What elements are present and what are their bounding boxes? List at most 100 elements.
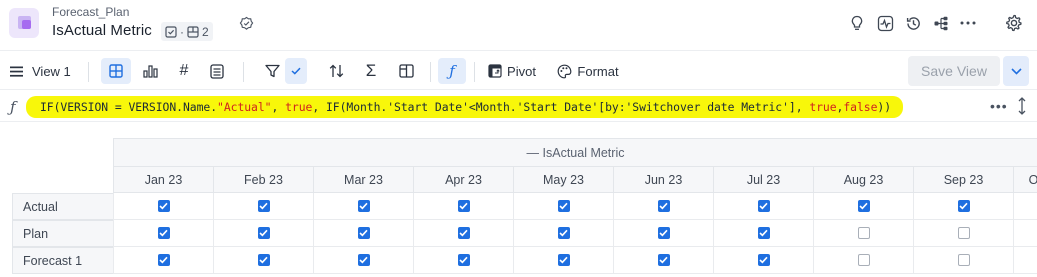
grid-cell[interactable]: [713, 193, 813, 220]
table-view-button[interactable]: [203, 51, 231, 91]
grid-cell[interactable]: [913, 193, 1013, 220]
column-header[interactable]: Sep 23: [913, 166, 1013, 193]
checked-checkbox[interactable]: [657, 200, 670, 212]
checked-checkbox[interactable]: [457, 227, 470, 239]
checked-checkbox[interactable]: [357, 200, 370, 212]
grid-cell[interactable]: [813, 193, 913, 220]
checked-checkbox[interactable]: [257, 254, 270, 266]
column-header[interactable]: Mar 23: [313, 166, 413, 193]
hierarchy-icon[interactable]: [931, 13, 951, 33]
grid-cell[interactable]: [213, 220, 313, 247]
more-icon[interactable]: [958, 13, 978, 33]
formula-toggle-button[interactable]: ƒ: [438, 58, 466, 84]
activity-icon[interactable]: [875, 13, 895, 33]
checked-checkbox[interactable]: [357, 254, 370, 266]
grid-cell[interactable]: [713, 247, 813, 274]
checked-checkbox[interactable]: [557, 227, 570, 239]
grid-cell[interactable]: [413, 247, 513, 274]
formula-more-icon[interactable]: •••: [990, 98, 1008, 114]
checked-checkbox[interactable]: [957, 200, 970, 212]
favorite-badge-icon[interactable]: [236, 13, 256, 33]
kpi-view-button[interactable]: #: [170, 51, 198, 91]
checked-checkbox[interactable]: [857, 200, 870, 212]
checked-checkbox[interactable]: [657, 227, 670, 239]
grid-cell[interactable]: [513, 220, 613, 247]
grid-cell[interactable]: [513, 193, 613, 220]
grid-cell[interactable]: [913, 220, 1013, 247]
column-header[interactable]: Jul 23: [713, 166, 813, 193]
formula-token: IF(VERSION = VERSION.Name.: [40, 100, 218, 114]
grid-cell[interactable]: [213, 247, 313, 274]
grid-cell[interactable]: [313, 247, 413, 274]
sort-button[interactable]: [324, 51, 348, 91]
grid-cell[interactable]: [113, 193, 213, 220]
checked-checkbox[interactable]: [457, 254, 470, 266]
grid-cell[interactable]: [513, 247, 613, 274]
grid-cell[interactable]: [913, 247, 1013, 274]
grid-cell[interactable]: [1013, 193, 1037, 220]
column-header[interactable]: Aug 23: [813, 166, 913, 193]
checked-checkbox[interactable]: [657, 254, 670, 266]
checked-checkbox[interactable]: [457, 200, 470, 212]
checked-checkbox[interactable]: [157, 227, 170, 239]
row-header[interactable]: Plan: [12, 220, 113, 247]
filter-button[interactable]: [259, 51, 285, 91]
checked-checkbox[interactable]: [157, 254, 170, 266]
filter-dropdown-button[interactable]: [285, 58, 307, 84]
column-header[interactable]: Jan 23: [113, 166, 213, 193]
formula-input[interactable]: IF(VERSION = VERSION.Name."Actual", true…: [26, 96, 904, 118]
grid-cell[interactable]: [113, 220, 213, 247]
grid-cell[interactable]: [713, 220, 813, 247]
format-button[interactable]: Format: [556, 51, 620, 91]
summary-button[interactable]: Σ: [359, 51, 383, 91]
unchecked-checkbox[interactable]: [957, 227, 970, 239]
checked-checkbox[interactable]: [557, 254, 570, 266]
grid-cell[interactable]: [413, 220, 513, 247]
grid-cell[interactable]: [1013, 220, 1037, 247]
checked-checkbox[interactable]: [157, 200, 170, 212]
row-header[interactable]: Actual: [12, 193, 113, 220]
module-badges[interactable]: · 2: [161, 22, 213, 41]
grid-cell[interactable]: [313, 193, 413, 220]
column-group-header[interactable]: — IsActual Metric: [113, 138, 1037, 166]
save-view-dropdown[interactable]: [1003, 56, 1029, 86]
grid-cell[interactable]: [613, 193, 713, 220]
grid-cell[interactable]: [813, 247, 913, 274]
grid-cell[interactable]: [1013, 247, 1037, 274]
column-header[interactable]: Apr 23: [413, 166, 513, 193]
unchecked-checkbox[interactable]: [857, 254, 870, 266]
view-selector[interactable]: View 1: [10, 51, 76, 91]
history-icon[interactable]: [903, 13, 923, 33]
chart-view-button[interactable]: [136, 51, 164, 91]
checked-checkbox[interactable]: [557, 200, 570, 212]
unchecked-checkbox[interactable]: [857, 227, 870, 239]
settings-icon[interactable]: [1004, 13, 1024, 33]
grid-cell[interactable]: [413, 193, 513, 220]
column-header[interactable]: O: [1013, 166, 1037, 193]
save-view-button[interactable]: Save View: [908, 56, 1000, 86]
grid-view-button[interactable]: [101, 58, 131, 84]
column-header[interactable]: Jun 23: [613, 166, 713, 193]
grid-cell[interactable]: [113, 247, 213, 274]
layout-button[interactable]: [394, 51, 418, 91]
grid-cell[interactable]: [213, 193, 313, 220]
grid-cell[interactable]: [813, 220, 913, 247]
column-header[interactable]: May 23: [513, 166, 613, 193]
expand-vertical-icon[interactable]: [1018, 97, 1026, 118]
column-header[interactable]: Feb 23: [213, 166, 313, 193]
grid-cell[interactable]: [313, 220, 413, 247]
unchecked-checkbox[interactable]: [957, 254, 970, 266]
grid-cell[interactable]: [613, 247, 713, 274]
checked-checkbox[interactable]: [757, 254, 770, 266]
checked-checkbox[interactable]: [257, 200, 270, 212]
module-title[interactable]: IsActual Metric: [52, 22, 152, 39]
pivot-button[interactable]: Pivot: [486, 51, 538, 91]
checked-checkbox[interactable]: [257, 227, 270, 239]
row-header[interactable]: Forecast 1: [12, 247, 113, 274]
checked-checkbox[interactable]: [757, 227, 770, 239]
checked-checkbox[interactable]: [757, 200, 770, 212]
lightbulb-icon[interactable]: [847, 13, 867, 33]
checked-checkbox[interactable]: [357, 227, 370, 239]
parent-model-name[interactable]: Forecast_Plan: [52, 5, 129, 19]
grid-cell[interactable]: [613, 220, 713, 247]
